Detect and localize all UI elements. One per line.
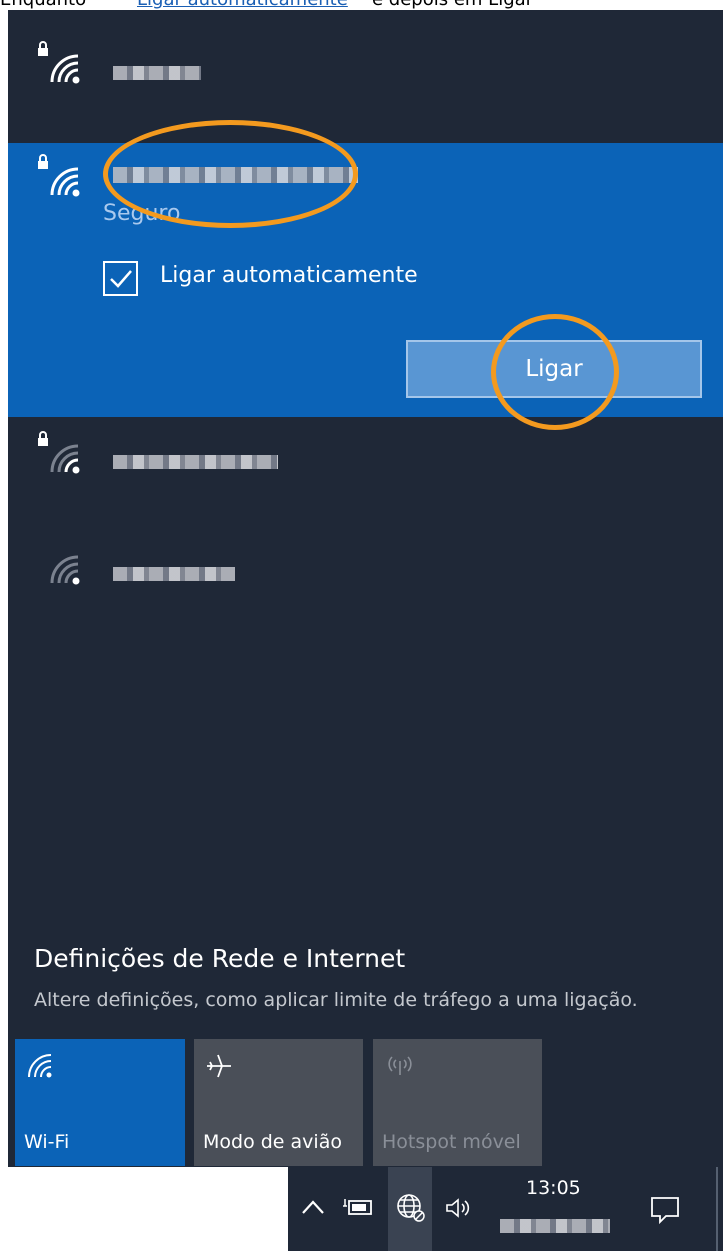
network-icon bbox=[396, 1193, 426, 1227]
network-name-blurred bbox=[113, 66, 201, 80]
page-text-strip: Enquanto Ligar automaticamente e depois … bbox=[0, 0, 723, 10]
background-gap bbox=[0, 1167, 288, 1251]
wifi-icon bbox=[25, 1051, 55, 1083]
page-text-before: Enquanto bbox=[0, 0, 86, 10]
auto-connect-label[interactable]: Ligar automaticamente bbox=[160, 263, 418, 288]
airplane-mode-tile[interactable]: Modo de avião bbox=[194, 1039, 363, 1166]
battery-icon[interactable] bbox=[343, 1196, 375, 1222]
hotspot-icon bbox=[383, 1051, 417, 1083]
wifi-tile-label: Wi-Fi bbox=[24, 1131, 70, 1153]
show-desktop-divider[interactable] bbox=[716, 1167, 718, 1251]
clock-time[interactable]: 13:05 bbox=[526, 1177, 581, 1199]
highlight-ellipse-connect bbox=[491, 314, 619, 430]
airplane-icon bbox=[204, 1051, 234, 1085]
wifi-toggle-tile[interactable]: Wi-Fi bbox=[15, 1039, 185, 1166]
network-item[interactable] bbox=[8, 28, 723, 128]
volume-icon[interactable] bbox=[444, 1196, 476, 1224]
network-item[interactable] bbox=[8, 527, 723, 637]
chevron-up-icon[interactable] bbox=[300, 1197, 326, 1221]
network-name-blurred bbox=[113, 567, 235, 581]
action-center-icon[interactable] bbox=[648, 1195, 682, 1229]
auto-connect-checkbox[interactable] bbox=[103, 261, 138, 296]
wifi-secured-icon bbox=[36, 40, 86, 86]
highlight-ellipse-network bbox=[103, 120, 358, 228]
checkmark-icon bbox=[110, 270, 132, 288]
network-item[interactable] bbox=[8, 417, 723, 527]
wifi-weak-icon bbox=[36, 541, 86, 587]
taskbar: 13:05 bbox=[288, 1167, 723, 1251]
mobile-hotspot-tile[interactable]: Hotspot móvel bbox=[373, 1039, 542, 1166]
network-name-blurred bbox=[113, 455, 278, 469]
wifi-secured-icon bbox=[36, 153, 86, 199]
network-settings-description: Altere definições, como aplicar limite d… bbox=[34, 989, 638, 1011]
network-settings-link[interactable]: Definições de Rede e Internet bbox=[34, 944, 405, 973]
hotspot-tile-label: Hotspot móvel bbox=[382, 1131, 521, 1153]
airplane-tile-label: Modo de avião bbox=[203, 1131, 342, 1153]
page-text-after: e depois em Ligar bbox=[372, 0, 533, 10]
date-blurred bbox=[500, 1219, 610, 1233]
network-tray-button[interactable] bbox=[388, 1167, 432, 1251]
wifi-weak-secured-icon bbox=[36, 430, 86, 476]
page-text-link[interactable]: Ligar automaticamente bbox=[137, 0, 348, 10]
